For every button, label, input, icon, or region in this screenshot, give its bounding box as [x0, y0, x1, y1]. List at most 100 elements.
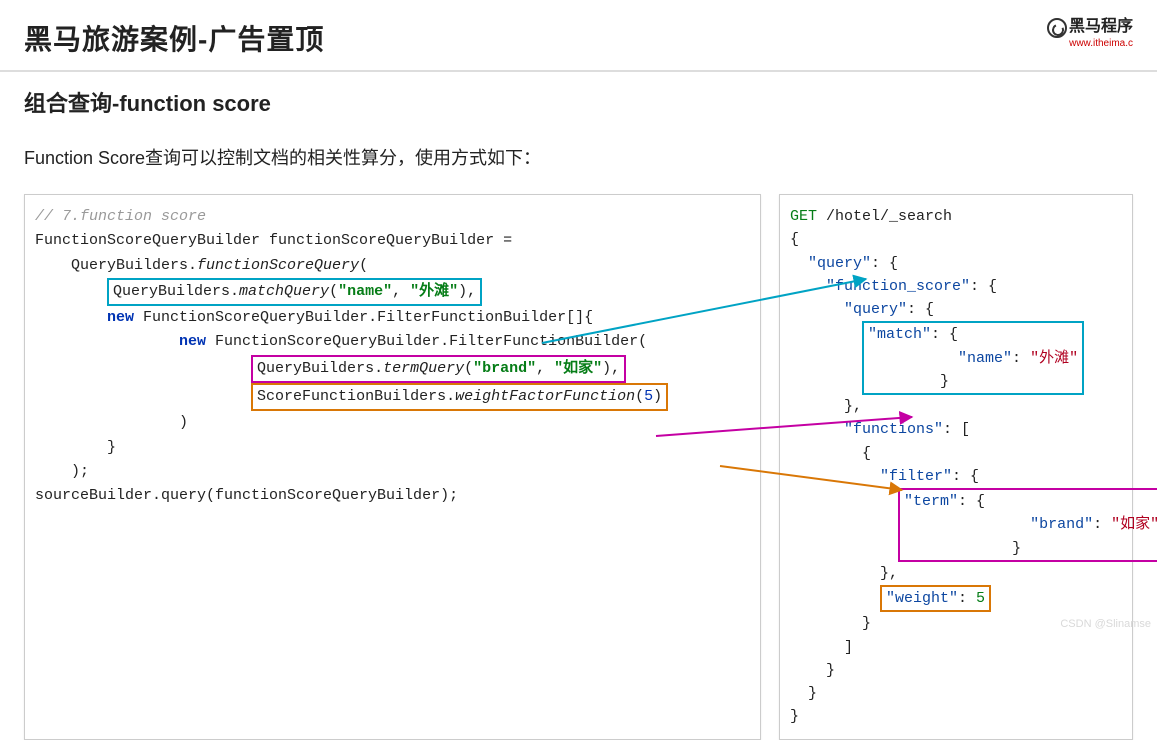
- json-punct: : {: [871, 255, 898, 272]
- json-key: "function_score": [826, 278, 970, 295]
- json-key: "query": [808, 255, 871, 272]
- code-string: "如家": [554, 360, 602, 377]
- http-path: /hotel/_search: [817, 208, 952, 225]
- json-indent: [790, 590, 880, 607]
- brand-logo: 黑马程序 www.itheima.c: [1047, 18, 1133, 49]
- json-indent: [790, 301, 844, 318]
- json-key: "name": [958, 350, 1012, 367]
- json-key: "query": [844, 301, 907, 318]
- json-brace: }: [1012, 540, 1021, 557]
- section-desc: Function Score查询可以控制文档的相关性算分，使用方式如下：: [24, 144, 1133, 170]
- code-keyword: new: [179, 333, 206, 350]
- highlight-match-json: "match": { "name": "外滩" }: [862, 321, 1084, 395]
- json-indent: [790, 468, 880, 485]
- code-paren: (: [329, 283, 338, 300]
- json-indent: [790, 639, 844, 656]
- code-indent: [35, 388, 251, 405]
- code-call: functionScoreQuery: [197, 257, 359, 274]
- code-line-part: QueryBuilders.: [35, 257, 197, 274]
- http-method: GET: [790, 208, 817, 225]
- json-indent: [790, 540, 898, 557]
- code-line: ): [35, 414, 188, 431]
- json-key: "weight": [886, 590, 958, 607]
- code-paren: (: [359, 257, 368, 274]
- json-code-block: GET /hotel/_search { "query": { "functio…: [779, 194, 1133, 740]
- json-key: "brand": [1030, 516, 1093, 533]
- json-punct: : {: [907, 301, 934, 318]
- highlight-term-query: QueryBuilders.termQuery("brand", "如家"),: [251, 355, 626, 383]
- json-indent: [790, 255, 808, 272]
- json-number: 5: [976, 590, 985, 607]
- json-brace: {: [862, 445, 871, 462]
- highlight-weight-json: "weight": 5: [880, 585, 991, 612]
- code-paren: (: [464, 360, 473, 377]
- json-indent: [904, 516, 1030, 533]
- highlight-match-query: QueryBuilders.matchQuery("name", "外滩"),: [107, 278, 482, 306]
- json-brace: }: [808, 685, 817, 702]
- code-indent: [35, 309, 107, 326]
- json-indent: [790, 278, 826, 295]
- json-brace: {: [790, 231, 799, 248]
- watermark: CSDN @Slinamse: [1060, 618, 1151, 630]
- json-indent: [790, 662, 826, 679]
- json-brace: }: [826, 662, 835, 679]
- highlight-weight-factor: ScoreFunctionBuilders.weightFactorFuncti…: [251, 383, 668, 411]
- json-indent: [790, 615, 862, 632]
- code-part: QueryBuilders.: [113, 283, 239, 300]
- json-indent: [790, 685, 808, 702]
- page-title: 黑马旅游案例-广告置顶: [24, 18, 324, 58]
- json-indent: [790, 398, 844, 415]
- json-string: "外滩": [1030, 350, 1078, 367]
- json-string: "如家": [1111, 516, 1157, 533]
- code-string: "外滩": [410, 283, 458, 300]
- code-line: FunctionScoreQueryBuilder functionScoreQ…: [35, 232, 512, 249]
- code-line: }: [35, 439, 116, 456]
- json-punct: : {: [952, 468, 979, 485]
- java-code-block: // 7.function score FunctionScoreQueryBu…: [24, 194, 761, 740]
- code-number: 5: [644, 388, 653, 405]
- json-colon: :: [1012, 350, 1030, 367]
- code-comma: ,: [392, 283, 410, 300]
- code-comment: // 7.function score: [35, 208, 206, 225]
- json-brace: }: [790, 708, 799, 725]
- json-indent: [904, 540, 1012, 557]
- code-call: matchQuery: [239, 283, 329, 300]
- code-call: termQuery: [383, 360, 464, 377]
- json-punct: : [: [943, 421, 970, 438]
- json-indent: [868, 373, 940, 390]
- code-part: FunctionScoreQueryBuilder.FilterFunction…: [206, 333, 647, 350]
- logo-url: www.itheima.c: [1047, 38, 1133, 49]
- code-paren: ),: [458, 283, 476, 300]
- code-paren: (: [635, 388, 644, 405]
- json-brace: },: [844, 398, 862, 415]
- json-key: "term": [904, 493, 958, 510]
- code-call: weightFactorFunction: [455, 388, 635, 405]
- json-colon: :: [1093, 516, 1111, 533]
- highlight-term-json: "term": { "brand": "如家" }: [898, 488, 1157, 562]
- code-indent: [35, 360, 251, 377]
- code-line: );: [35, 463, 89, 480]
- code-indent: [35, 333, 179, 350]
- json-brace: },: [880, 565, 898, 582]
- logo-icon: [1047, 18, 1067, 38]
- json-indent: [790, 421, 844, 438]
- json-brace: }: [940, 373, 949, 390]
- logo-text: 黑马程序: [1069, 18, 1133, 35]
- json-punct: : {: [931, 326, 958, 343]
- json-indent: [790, 445, 862, 462]
- code-paren: ),: [602, 360, 620, 377]
- json-key: "match": [868, 326, 931, 343]
- json-key: "functions": [844, 421, 943, 438]
- json-brace: }: [862, 615, 871, 632]
- code-part: QueryBuilders.: [257, 360, 383, 377]
- code-part: ScoreFunctionBuilders.: [257, 388, 455, 405]
- code-string: "brand": [473, 360, 536, 377]
- json-punct: : {: [958, 493, 985, 510]
- code-line: sourceBuilder.query(functionScoreQueryBu…: [35, 487, 458, 504]
- json-key: "filter": [880, 468, 952, 485]
- code-string: "name": [338, 283, 392, 300]
- code-paren: ): [653, 388, 662, 405]
- json-punct: : {: [970, 278, 997, 295]
- code-keyword: new: [107, 309, 134, 326]
- json-indent: [790, 565, 880, 582]
